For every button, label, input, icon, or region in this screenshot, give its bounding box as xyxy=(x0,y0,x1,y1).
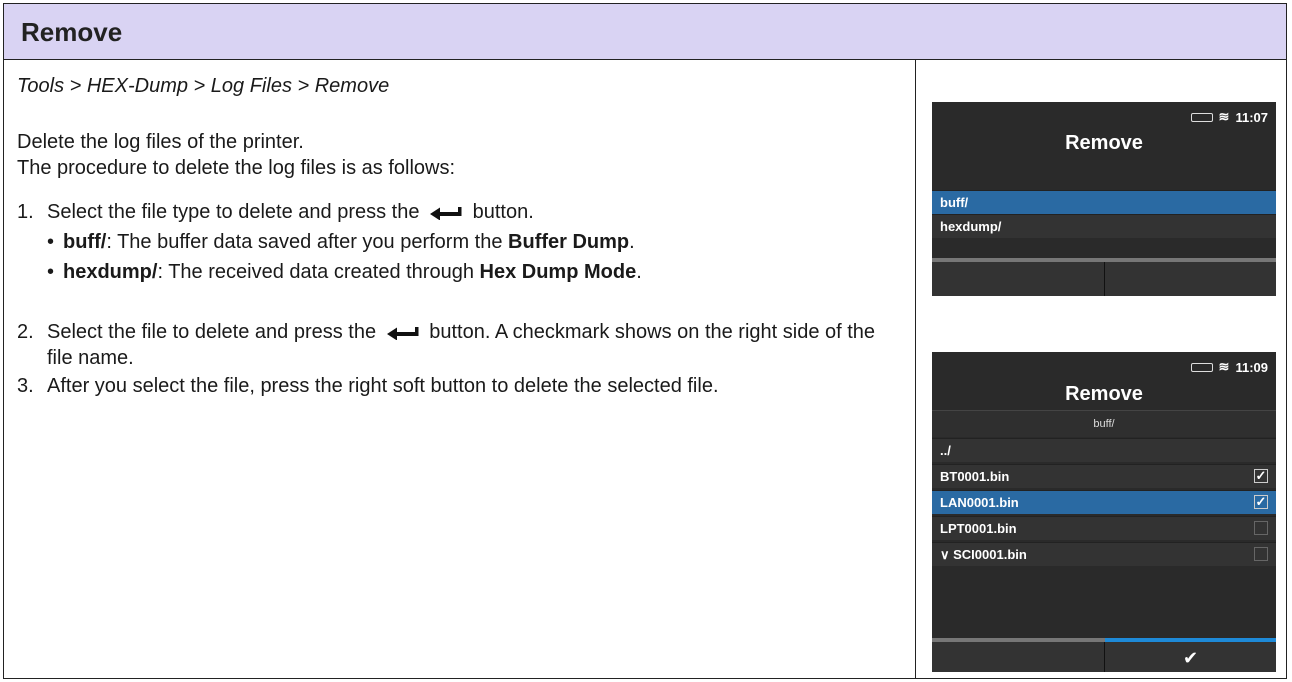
screen-title: Remove xyxy=(1065,132,1143,154)
bullet-text: : The buffer data saved after you perfor… xyxy=(106,231,509,253)
bullet-buff: • buff/: The buffer data saved after you … xyxy=(47,229,635,255)
bullet-bold: Hex Dump Mode xyxy=(479,261,637,283)
breadcrumb: Tools > HEX-Dump > Log Files > Remove xyxy=(17,75,390,97)
list-item-buff[interactable]: buff/ xyxy=(932,190,1276,214)
checkbox-checked-icon[interactable]: ✓ xyxy=(1254,469,1268,483)
step-text: After you select the file, press the rig… xyxy=(47,375,719,397)
bullet-term: buff/ xyxy=(63,231,107,253)
step-text-part: Select the file to delete and press the xyxy=(47,321,377,343)
column-divider xyxy=(915,59,916,678)
intro-line-2: The procedure to delete the log files is… xyxy=(17,157,456,179)
bullet-end: . xyxy=(636,261,642,283)
list-item-label: LPT0001.bin xyxy=(940,521,1017,536)
clock: 11:09 xyxy=(1235,359,1268,375)
checkbox-empty-icon[interactable] xyxy=(1254,521,1268,535)
current-path: buff/ xyxy=(932,410,1276,437)
battery-icon xyxy=(1190,112,1213,122)
bullet-dot: • xyxy=(47,231,55,253)
step-text: Select the file to delete and press the … xyxy=(47,319,892,371)
list-item-label: ∨ SCI0001.bin xyxy=(940,547,1027,562)
soft-key-bar: ✔ xyxy=(932,638,1276,672)
list-item-sci0001[interactable]: ∨ SCI0001.bin xyxy=(932,542,1276,566)
bullet-bold: Buffer Dump xyxy=(508,231,630,253)
enter-arrow-icon xyxy=(430,206,462,220)
list-item-label: BT0001.bin xyxy=(940,469,1010,484)
bullet-text: : The received data created through xyxy=(157,261,480,283)
step-text-part: Select the file type to delete and press… xyxy=(47,201,420,223)
list-item-bt0001[interactable]: BT0001.bin ✓ xyxy=(932,464,1276,488)
wifi-icon: ≋ xyxy=(1218,359,1230,374)
step-number: 1. xyxy=(17,201,34,223)
step-text-part: button. xyxy=(472,201,534,223)
list-item-label: buff/ xyxy=(940,195,969,210)
status-bar: ≋ 11:09 xyxy=(1190,359,1268,375)
step-number: 3. xyxy=(17,375,34,397)
screen-title: Remove xyxy=(1065,383,1143,405)
list-item-hexdump[interactable]: hexdump/ xyxy=(932,214,1276,238)
bullet-end: . xyxy=(629,231,635,253)
printer-screen-file-types: ≋ 11:07 Remove buff/ hexdump/ xyxy=(932,102,1276,296)
section-header: Remove xyxy=(4,4,1286,60)
checkbox-empty-icon[interactable] xyxy=(1254,547,1268,561)
list-item-label: hexdump/ xyxy=(940,219,1002,234)
printer-screen-file-list: ≋ 11:09 Remove buff/ ../ BT0001.bin ✓ LA… xyxy=(932,352,1276,672)
clock: 11:07 xyxy=(1235,109,1268,125)
bullet-dot: • xyxy=(47,261,55,283)
wifi-icon: ≋ xyxy=(1218,109,1230,124)
bullet-hexdump: • hexdump/: The received data created thr… xyxy=(47,259,642,285)
battery-icon xyxy=(1190,362,1213,372)
intro-line-1: Delete the log files of the printer. xyxy=(17,131,304,153)
section-title: Remove xyxy=(21,17,123,47)
soft-key-bar xyxy=(932,258,1276,296)
checkbox-checked-icon[interactable]: ✓ xyxy=(1254,495,1268,509)
enter-arrow-icon xyxy=(386,326,419,340)
list-item-lpt0001[interactable]: LPT0001.bin xyxy=(932,516,1276,540)
status-bar: ≋ 11:07 xyxy=(1190,109,1268,125)
list-item-label: LAN0001.bin xyxy=(940,495,1019,510)
list-item-parent[interactable]: ../ xyxy=(932,438,1276,462)
soft-key-right-highlight xyxy=(1105,638,1276,642)
list-item-label: ../ xyxy=(940,443,951,458)
delete-confirm-softkey[interactable]: ✔ xyxy=(1105,648,1276,669)
step-number: 2. xyxy=(17,321,34,343)
bullet-term: hexdump/ xyxy=(63,261,158,283)
list-item-lan0001[interactable]: LAN0001.bin ✓ xyxy=(932,490,1276,514)
step-text: Select the file type to delete and press… xyxy=(47,199,892,225)
soft-key-separator xyxy=(1104,262,1105,296)
